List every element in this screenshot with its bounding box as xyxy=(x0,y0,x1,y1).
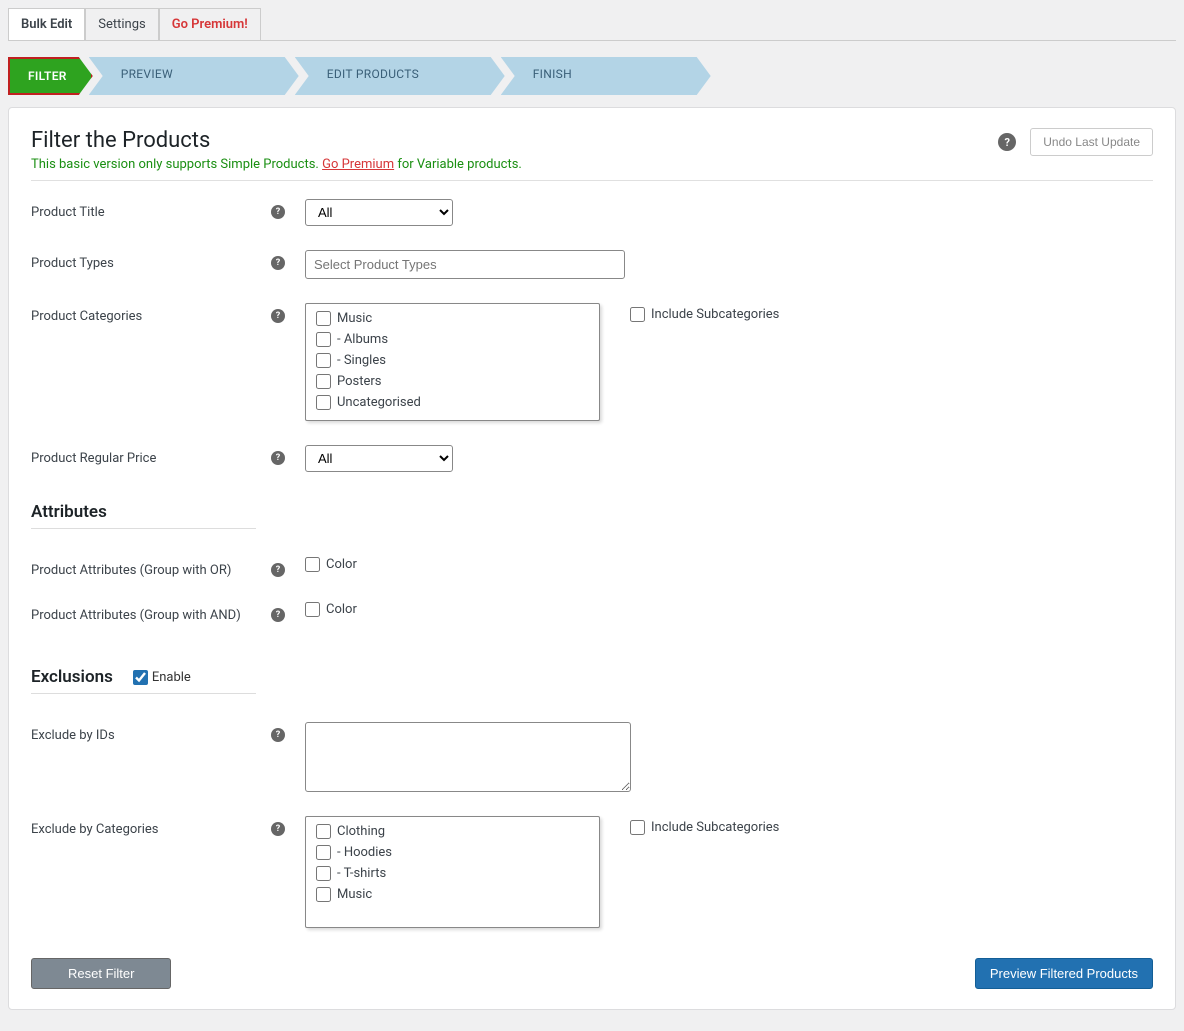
category-checkbox[interactable] xyxy=(316,353,331,368)
product-title-label: Product Title xyxy=(31,199,271,220)
step-preview[interactable]: PREVIEW xyxy=(89,57,299,95)
product-title-select[interactable]: All xyxy=(305,199,453,226)
color-checkbox[interactable] xyxy=(305,557,320,572)
category-checkbox[interactable] xyxy=(316,887,331,902)
product-categories-list[interactable]: Music - Albums - Singles Posters Uncateg… xyxy=(305,303,600,421)
category-checkbox[interactable] xyxy=(316,866,331,881)
list-item: Posters xyxy=(306,371,599,392)
exclusions-enable-checkbox[interactable] xyxy=(133,670,148,685)
product-types-label: Product Types xyxy=(31,250,271,271)
main-panel: Filter the Products This basic version o… xyxy=(8,107,1176,1010)
reset-filter-button[interactable]: Reset Filter xyxy=(31,958,171,989)
tab-bulk-edit[interactable]: Bulk Edit xyxy=(8,8,85,40)
category-checkbox[interactable] xyxy=(316,374,331,389)
step-finish[interactable]: FINISH xyxy=(501,57,711,95)
exclusions-heading: Exclusions xyxy=(31,667,113,687)
product-categories-label: Product Categories xyxy=(31,303,271,324)
go-premium-link[interactable]: Go Premium xyxy=(322,157,394,172)
include-subcategories-checkbox[interactable] xyxy=(630,820,645,835)
list-item: - Hoodies xyxy=(306,842,599,863)
list-item: - Albums xyxy=(306,329,599,350)
attributes-and-label: Product Attributes (Group with AND) xyxy=(31,602,271,623)
help-icon[interactable]: ? xyxy=(271,608,285,622)
list-item: Music xyxy=(306,884,599,905)
list-item: - Singles xyxy=(306,350,599,371)
help-icon[interactable]: ? xyxy=(271,451,285,465)
wizard-steps: FILTER PREVIEW EDIT PRODUCTS FINISH xyxy=(8,57,1176,95)
tab-go-premium[interactable]: Go Premium! xyxy=(159,8,261,40)
step-filter[interactable]: FILTER xyxy=(8,57,93,95)
attributes-or-label: Product Attributes (Group with OR) xyxy=(31,557,271,578)
tab-settings[interactable]: Settings xyxy=(85,8,158,40)
list-item: Uncategorised xyxy=(306,392,599,413)
list-item: - T-shirts xyxy=(306,863,599,884)
help-icon[interactable]: ? xyxy=(271,205,285,219)
preview-filtered-products-button[interactable]: Preview Filtered Products xyxy=(975,958,1153,989)
page-title: Filter the Products xyxy=(31,128,522,153)
help-icon[interactable]: ? xyxy=(271,256,285,270)
category-checkbox[interactable] xyxy=(316,824,331,839)
category-checkbox[interactable] xyxy=(316,395,331,410)
exclude-ids-textarea[interactable] xyxy=(305,722,631,792)
category-checkbox[interactable] xyxy=(316,311,331,326)
subtext-part2: for Variable products. xyxy=(394,157,522,172)
attributes-heading: Attributes xyxy=(31,502,1153,522)
top-tabs: Bulk Edit Settings Go Premium! xyxy=(8,8,1176,41)
subtext-part1: This basic version only supports Simple … xyxy=(31,157,322,172)
subtext: This basic version only supports Simple … xyxy=(31,157,522,172)
exclude-categories-label: Exclude by Categories xyxy=(31,816,271,837)
color-checkbox[interactable] xyxy=(305,602,320,617)
list-item: Clothing xyxy=(306,821,599,842)
include-subcategories-checkbox[interactable] xyxy=(630,307,645,322)
regular-price-label: Product Regular Price xyxy=(31,445,271,466)
exclusions-enable[interactable]: Enable xyxy=(133,670,191,685)
step-edit-products[interactable]: EDIT PRODUCTS xyxy=(295,57,505,95)
exclude-ids-label: Exclude by IDs xyxy=(31,722,271,743)
exclude-include-subcategories[interactable]: Include Subcategories xyxy=(630,820,779,835)
product-types-input[interactable] xyxy=(305,250,625,279)
color-or-option[interactable]: Color xyxy=(305,557,357,572)
help-icon[interactable]: ? xyxy=(271,822,285,836)
help-icon[interactable]: ? xyxy=(271,309,285,323)
color-and-option[interactable]: Color xyxy=(305,602,357,617)
regular-price-select[interactable]: All xyxy=(305,445,453,472)
include-subcategories[interactable]: Include Subcategories xyxy=(630,307,779,322)
help-icon[interactable]: ? xyxy=(998,133,1016,151)
undo-last-update-button[interactable]: Undo Last Update xyxy=(1030,128,1153,156)
help-icon[interactable]: ? xyxy=(271,563,285,577)
help-icon[interactable]: ? xyxy=(271,728,285,742)
exclude-categories-list[interactable]: Clothing - Hoodies - T-shirts Music xyxy=(305,816,600,928)
list-item: Music xyxy=(306,308,599,329)
category-checkbox[interactable] xyxy=(316,332,331,347)
category-checkbox[interactable] xyxy=(316,845,331,860)
